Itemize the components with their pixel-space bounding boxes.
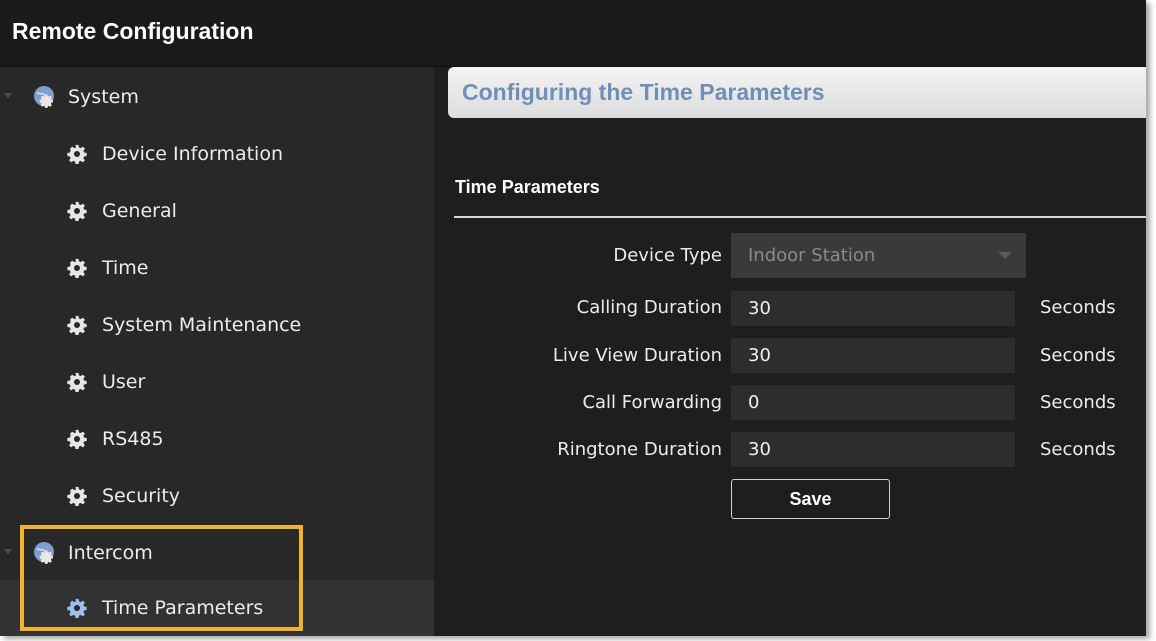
live-view-duration-label: Live View Duration xyxy=(552,345,722,366)
sidebar-item-security[interactable]: Security xyxy=(0,468,434,524)
main-panel: Configuring the Time Parameters Time Par… xyxy=(434,67,1146,636)
section-divider xyxy=(454,216,1146,218)
ringtone-duration-label: Ringtone Duration xyxy=(557,439,722,460)
intercom-globe-gear-icon xyxy=(33,541,57,565)
sidebar-item-user[interactable]: User xyxy=(0,354,434,410)
sidebar-item-label: Security xyxy=(102,485,181,507)
gear-icon xyxy=(67,258,87,278)
tree-group-label: System xyxy=(68,86,139,108)
gear-icon xyxy=(67,486,87,506)
sidebar-item-time-parameters[interactable]: Time Parameters xyxy=(0,580,434,636)
gear-icon xyxy=(67,372,87,392)
ringtone-duration-input[interactable] xyxy=(731,432,1015,467)
expand-caret-icon[interactable] xyxy=(4,549,12,555)
gear-icon xyxy=(67,144,87,164)
gear-icon xyxy=(67,429,87,449)
sidebar-item-label: Device Information xyxy=(102,143,284,165)
call-forwarding-input[interactable] xyxy=(731,385,1015,420)
calling-duration-unit: Seconds xyxy=(1040,297,1116,318)
sidebar-item-label: Time xyxy=(102,257,149,279)
sidebar-item-label: Time Parameters xyxy=(102,597,264,619)
calling-duration-label: Calling Duration xyxy=(576,297,722,318)
sidebar-item-general[interactable]: General xyxy=(0,183,434,239)
system-globe-gear-icon xyxy=(33,85,57,109)
title-bar: Remote Configuration xyxy=(0,0,1146,67)
sidebar-item-device-information[interactable]: Device Information xyxy=(0,126,434,182)
sidebar-item-system-maintenance[interactable]: System Maintenance xyxy=(0,297,434,353)
sidebar-item-label: User xyxy=(102,371,146,393)
gear-icon xyxy=(67,315,87,335)
gear-icon xyxy=(67,201,87,221)
dropdown-arrow-icon xyxy=(998,252,1012,259)
window-title: Remote Configuration xyxy=(12,18,254,44)
sidebar-item-label: General xyxy=(102,200,177,222)
call-forwarding-unit: Seconds xyxy=(1040,392,1116,413)
tree-group-label: Intercom xyxy=(68,542,153,564)
save-button[interactable]: Save xyxy=(731,479,890,519)
expand-caret-icon[interactable] xyxy=(4,93,12,99)
section-title: Time Parameters xyxy=(455,177,600,197)
page-title: Configuring the Time Parameters xyxy=(462,79,825,105)
device-type-label: Device Type xyxy=(613,245,722,266)
ringtone-duration-unit: Seconds xyxy=(1040,439,1116,460)
live-view-duration-unit: Seconds xyxy=(1040,345,1116,366)
device-type-value: Indoor Station xyxy=(748,245,876,266)
remote-configuration-window: Remote Configuration System Device Infor… xyxy=(0,0,1146,636)
sidebar-item-label: System Maintenance xyxy=(102,314,302,336)
device-type-select[interactable]: Indoor Station xyxy=(731,233,1026,278)
sidebar-tree: System Device Information General Time S… xyxy=(0,67,434,636)
sidebar-item-time[interactable]: Time xyxy=(0,240,434,296)
live-view-duration-input[interactable] xyxy=(731,338,1015,373)
call-forwarding-label: Call Forwarding xyxy=(582,392,722,413)
tree-group-system[interactable]: System xyxy=(0,69,434,125)
calling-duration-input[interactable] xyxy=(731,291,1015,326)
page-header: Configuring the Time Parameters xyxy=(448,67,1146,118)
sidebar-item-rs485[interactable]: RS485 xyxy=(0,411,434,467)
tree-group-intercom[interactable]: Intercom xyxy=(0,525,434,581)
gear-icon xyxy=(67,598,87,618)
sidebar-item-label: RS485 xyxy=(102,428,164,450)
